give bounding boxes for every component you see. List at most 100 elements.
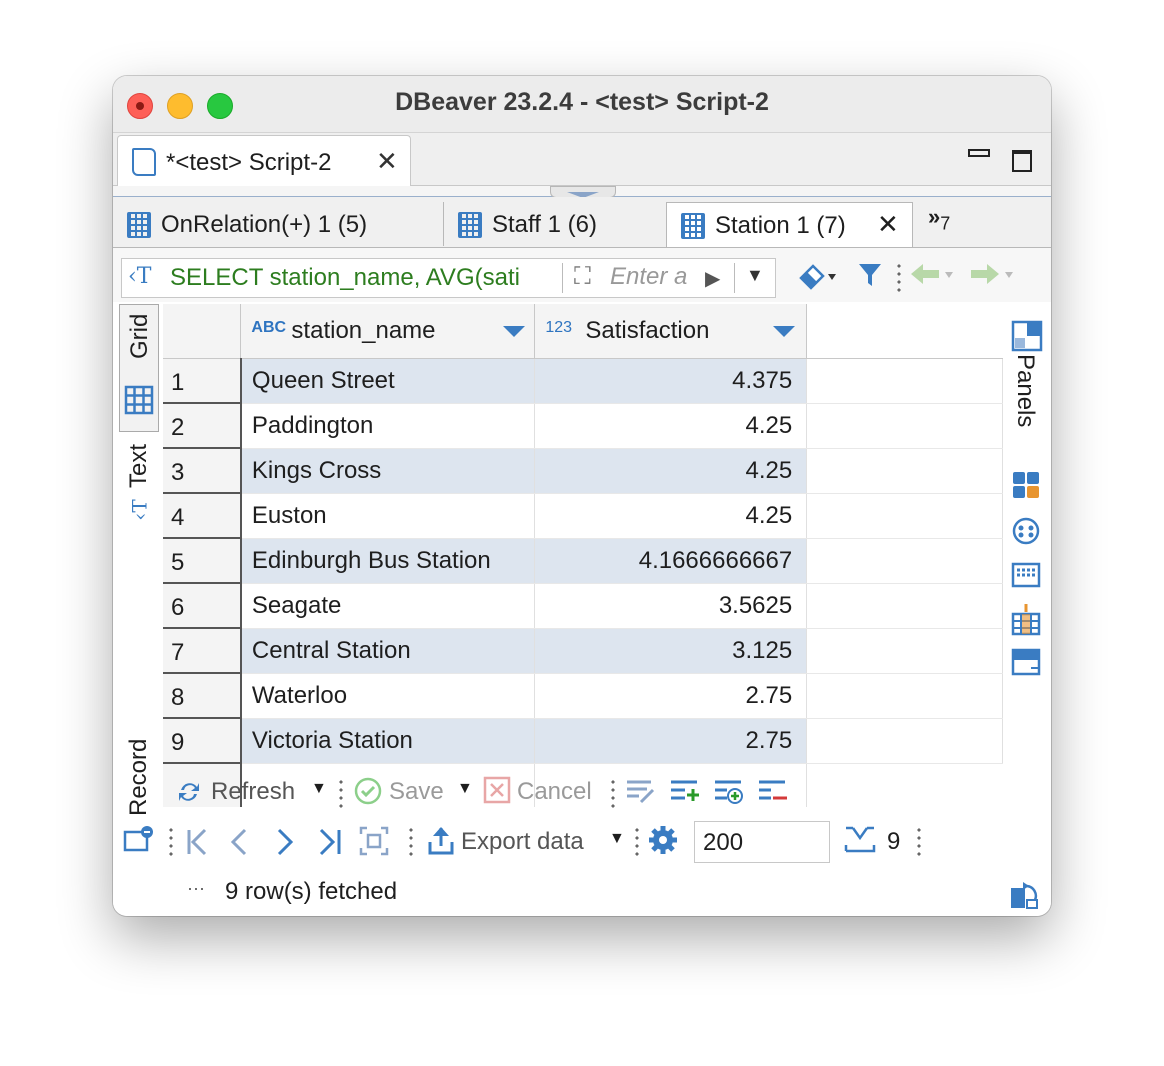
edit-rows-icon[interactable] [625,778,657,811]
apply-filter-icon[interactable]: ▶ [705,266,720,291]
cell-station-name[interactable]: Waterloo [240,673,536,719]
filter-funnel-icon[interactable] [857,260,883,296]
column-sort-arrow-icon[interactable] [773,326,796,337]
cell-satisfaction[interactable]: 2.75 [534,673,808,719]
last-page-icon[interactable] [317,828,343,861]
column-sort-arrow-icon[interactable] [503,326,526,337]
table-row[interactable]: 5 Edinburgh Bus Station 4.1666666667 [163,538,1003,584]
row-number[interactable]: 1 [163,358,242,404]
row-number-header[interactable] [163,304,242,359]
row-number[interactable]: 6 [163,583,242,629]
row-number[interactable]: 7 [163,628,242,674]
cell-station-name[interactable]: Euston [240,493,536,539]
cell-station-name[interactable]: Paddington [240,403,536,449]
row-number[interactable]: 2 [163,403,242,449]
cell-satisfaction[interactable]: 4.25 [534,493,808,539]
row-number[interactable]: 5 [163,538,242,584]
refresh-button[interactable]: Refresh [211,778,295,806]
record-view-tab[interactable]: Record [119,724,157,864]
close-tab-icon[interactable]: ✕ [877,209,899,240]
delete-row-icon[interactable] [757,778,789,811]
export-data-button[interactable]: Export data [461,828,584,856]
result-tab-staff[interactable]: Staff 1 (6) [444,202,664,246]
fetch-size-input[interactable]: 200 [694,821,830,863]
grouping-icon[interactable] [1011,560,1041,595]
table-row[interactable]: 3 Kings Cross 4.25 [163,448,1003,494]
toolbar-separator [611,778,615,808]
cell-station-name[interactable]: Victoria Station [240,718,536,764]
previous-page-icon[interactable] [229,828,249,861]
add-row-icon[interactable] [669,778,701,811]
refresh-dropdown-icon[interactable]: ▼ [311,780,327,798]
panels-icon[interactable] [1011,320,1043,357]
filter-divider [734,263,735,293]
editor-results-splitter[interactable] [113,186,1051,198]
cell-satisfaction[interactable]: 4.25 [534,448,808,494]
minimize-editor-icon[interactable] [968,149,990,157]
table-row[interactable]: 1 Queen Street 4.375 [163,358,1003,404]
table-row[interactable]: 8 Waterloo 2.75 [163,673,1003,719]
references-icon[interactable] [1011,516,1041,551]
result-tab-label: Staff 1 (6) [492,211,597,238]
result-tab-onrelation[interactable]: OnRelation(+) 1 (5) [113,202,443,246]
cell-satisfaction[interactable]: 4.375 [534,358,808,404]
save-button[interactable]: Save [389,778,444,806]
string-type-icon: ABC [251,319,287,336]
column-header-satisfaction[interactable]: 123 Satisfaction [534,304,808,359]
cell-station-name[interactable]: Kings Cross [240,448,536,494]
edit-toolbar: Refresh ▼ Save ▼ Cancel [163,772,1003,812]
save-dropdown-icon[interactable]: ▼ [457,780,473,798]
filter-history-dropdown-icon[interactable]: ▼ [746,265,764,286]
forward-arrow-icon[interactable] [969,260,1019,296]
refresh-icon[interactable] [175,778,203,811]
cell-satisfaction[interactable]: 4.1666666667 [534,538,808,584]
result-tab-station[interactable]: Station 1 (7) ✕ [666,202,913,247]
filter-box[interactable]: ‹T SELECT station_name, AVG(sati ⛶ Enter… [121,258,776,298]
cell-satisfaction[interactable]: 2.75 [534,718,808,764]
export-icon[interactable] [427,824,455,861]
more-tabs-button[interactable]: »7 [928,204,950,234]
row-number[interactable]: 8 [163,673,242,719]
row-number[interactable]: 4 [163,493,242,539]
restore-layout-icon[interactable] [1009,880,1039,915]
copy-row-icon[interactable] [713,778,745,811]
first-page-icon[interactable] [185,828,211,861]
table-row[interactable]: 2 Paddington 4.25 [163,403,1003,449]
export-dropdown-icon[interactable]: ▼ [609,830,625,848]
cell-station-name[interactable]: Queen Street [240,358,536,404]
calculator-icon[interactable] [1011,470,1041,505]
fetch-all-icon[interactable] [359,826,389,861]
back-arrow-icon[interactable] [909,260,959,296]
panels-label[interactable]: Panels [1011,354,1039,427]
table-row[interactable]: 6 Seagate 3.5625 [163,583,1003,629]
cell-satisfaction[interactable]: 3.125 [534,628,808,674]
layout-icon[interactable] [1011,648,1041,683]
cancel-button[interactable]: Cancel [517,778,592,806]
grid-view-tab[interactable]: Grid [119,304,159,432]
column-header-station-name[interactable]: ABC station_name [240,304,536,359]
text-view-tab[interactable]: Text ‹T [119,444,157,554]
cell-satisfaction[interactable]: 3.5625 [534,583,808,629]
row-count-icon[interactable] [843,824,877,861]
row-number[interactable]: 3 [163,448,242,494]
filter-sql-query[interactable]: SELECT station_name, AVG(sati [170,264,558,292]
eraser-icon[interactable] [797,260,837,296]
table-row[interactable]: 7 Central Station 3.125 [163,628,1003,674]
expand-icon[interactable]: ⛶ [574,263,591,291]
cell-station-name[interactable]: Seagate [240,583,536,629]
maximize-editor-icon[interactable] [1012,150,1032,172]
editor-tab-script-2[interactable]: *<test> Script-2 ✕ [117,135,411,186]
row-number[interactable]: 9 [163,718,242,764]
settings-gear-icon[interactable] [647,824,679,861]
cell-satisfaction[interactable]: 4.25 [534,403,808,449]
table-row[interactable]: 9 Victoria Station 2.75 [163,718,1003,764]
column-insert-icon[interactable] [1011,604,1041,641]
cell-station-name[interactable]: Edinburgh Bus Station [240,538,536,584]
next-page-icon[interactable] [275,828,295,861]
close-tab-icon[interactable]: ✕ [376,146,398,177]
filter-input[interactable]: Enter a [610,263,702,291]
view-mode-tabs: Grid Text ‹T Record [113,304,161,864]
table-row[interactable]: 4 Euston 4.25 [163,493,1003,539]
toolbar-separator [169,826,173,856]
cell-station-name[interactable]: Central Station [240,628,536,674]
